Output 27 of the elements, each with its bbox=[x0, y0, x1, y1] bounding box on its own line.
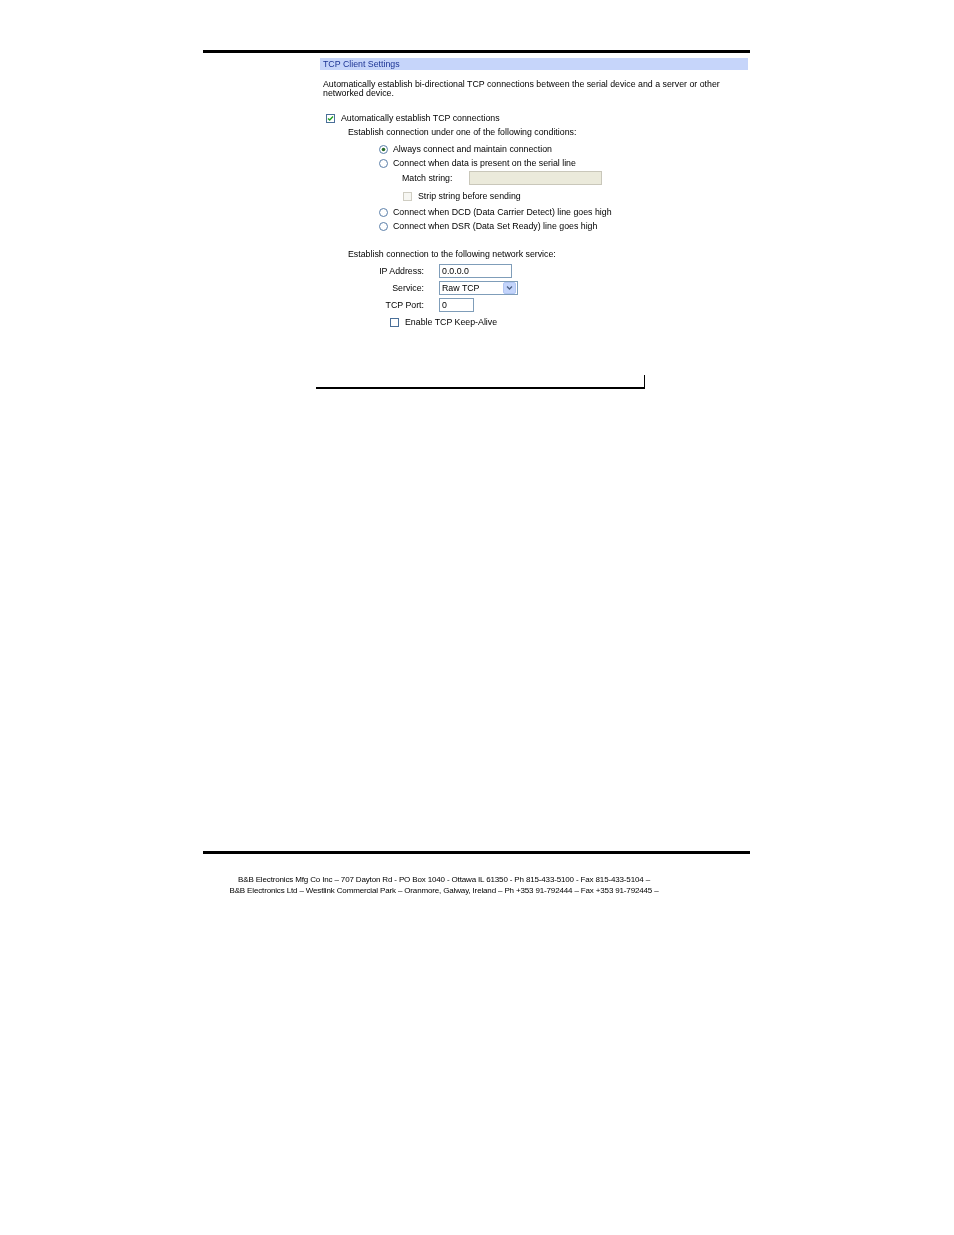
radio-button[interactable] bbox=[379, 144, 388, 154]
footer-address: B&B Electronics Mfg Co Inc – 707 Dayton Rd - PO Box 1040 - Ottawa IL 61350 - Ph 815-433-5100 - Fax 815-433-5104 – bbox=[238, 874, 650, 885]
description-text: Automatically establish bi-directional TCP connections between the serial device and a server or other networked device. bbox=[323, 80, 721, 98]
checkbox-label: Automatically establish TCP connections bbox=[341, 113, 500, 123]
chevron-down-icon[interactable] bbox=[503, 282, 516, 294]
section-heading: Establish connection under one of the following conditions: bbox=[348, 126, 577, 137]
checkbox[interactable] bbox=[390, 317, 399, 327]
section-heading: Establish connection to the following network service: bbox=[348, 248, 556, 259]
text-field[interactable]: 0.0.0.0 bbox=[439, 264, 512, 278]
text-field[interactable]: 0 bbox=[439, 298, 474, 312]
field-label: Service: bbox=[392, 283, 424, 293]
checkbox-label: Strip string before sending bbox=[418, 191, 521, 201]
field-label: IP Address: bbox=[379, 266, 424, 276]
radio-label: Connect when DCD (Data Carrier Detect) line goes high bbox=[393, 207, 612, 217]
radio-button[interactable] bbox=[379, 207, 388, 217]
footer-address: B&B Electronics Ltd – Westlink Commercial Park – Oranmore, Galway, Ireland – Ph +353 91-792444 – Fax +353 91-792445 – bbox=[229, 885, 659, 896]
radio-label: Connect when DSR (Data Set Ready) line goes high bbox=[393, 221, 598, 231]
service-select[interactable]: Raw TCP bbox=[439, 281, 518, 295]
radio-button[interactable] bbox=[379, 221, 388, 231]
radio-button[interactable] bbox=[379, 158, 388, 168]
field-label: Match string: bbox=[402, 173, 453, 183]
radio-label: Connect when data is present on the serial line bbox=[393, 158, 576, 168]
radio-label: Always connect and maintain connection bbox=[393, 144, 552, 154]
checkbox-label: Enable TCP Keep-Alive bbox=[405, 317, 498, 327]
section-header: TCP Client Settings bbox=[320, 58, 748, 70]
field-label: TCP Port: bbox=[385, 300, 424, 310]
checkbox[interactable] bbox=[326, 113, 335, 123]
